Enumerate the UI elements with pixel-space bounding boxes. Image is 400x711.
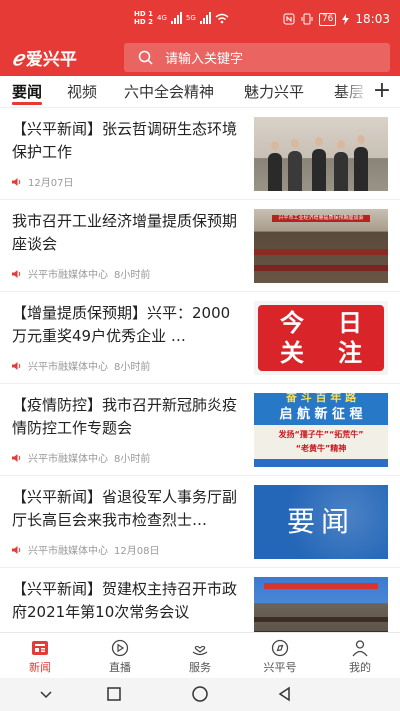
thumb-char: 今: [280, 309, 304, 337]
speaker-icon[interactable]: [12, 545, 22, 554]
clock: 18:03: [355, 12, 390, 26]
news-thumbnail[interactable]: [254, 117, 388, 191]
item-meta: 12月07日: [12, 174, 73, 189]
item-time: 12月07日: [28, 178, 74, 189]
thumb-char: 关: [280, 339, 304, 367]
hd-badge: HD 1 HD 2: [134, 10, 153, 26]
thumb-char: 日: [338, 309, 362, 337]
list-item[interactable]: 【增量提质保预期】兴平：2000万元重奖49户优秀企业 … 兴平市融媒体中心 8…: [0, 292, 400, 384]
speaker-icon[interactable]: [12, 453, 22, 462]
news-thumbnail[interactable]: 要闻: [254, 485, 388, 559]
home-icon[interactable]: [191, 686, 209, 704]
category-tabs: 要闻 视频 六中全会精神 魅力兴平 基层 +: [0, 76, 400, 108]
news-thumbnail[interactable]: 兴平市工业经济增量提质保预期座谈会: [254, 209, 388, 283]
nav-label: 我的: [349, 661, 371, 674]
active-tab-indicator: [12, 102, 42, 105]
tab-charm-xingping[interactable]: 魅力兴平: [244, 81, 304, 102]
nav-label: 服务: [189, 661, 211, 674]
nav-label: 直播: [109, 661, 131, 674]
wifi-icon: [215, 13, 229, 23]
network-type-1: 4G: [156, 14, 167, 22]
item-time: 8小时前: [114, 270, 151, 281]
app-logo[interactable]: ℯ 爱兴平: [12, 45, 77, 71]
add-channel-icon[interactable]: +: [370, 80, 394, 102]
user-icon: [352, 640, 368, 657]
list-item[interactable]: 【疫情防控】我市召开新冠肺炎疫情防控工作专题会 兴平市融媒体中心 8小时前 奋 …: [0, 384, 400, 476]
nfc-icon: [283, 13, 295, 25]
search-bar[interactable]: 请输入关键字: [124, 43, 390, 72]
item-title: 【增量提质保预期】兴平：2000万元重奖49户优秀企业 …: [12, 304, 231, 345]
nav-label: 兴平号: [263, 661, 297, 674]
back-icon[interactable]: [277, 686, 293, 702]
system-navigation-bar: [0, 678, 400, 711]
item-title: 【兴平新闻】贺建权主持召开市政府2021年第10次常务会议: [12, 580, 238, 621]
tab-plenary-spirit[interactable]: 六中全会精神: [124, 81, 214, 102]
tab-fade: [340, 76, 370, 107]
signal-icon-2: [199, 12, 211, 24]
thumb-char: 注: [338, 339, 362, 367]
news-icon: [32, 641, 48, 655]
item-title: 【兴平新闻】张云哲调研生态环境保护工作: [12, 120, 238, 161]
nav-news[interactable]: 新闻: [10, 639, 70, 675]
list-item[interactable]: 【兴平新闻】省退役军人事务厅副厅长高巨会来我市检查烈士… 兴平市融媒体中心 12…: [0, 476, 400, 568]
status-bar: HD 1 HD 2 4G 5G 76 18:03: [0, 0, 400, 40]
thumb-label: 要闻: [286, 505, 355, 538]
speaker-icon[interactable]: [12, 177, 22, 186]
search-icon: [138, 50, 153, 65]
item-meta: 兴平市融媒体中心 8小时前: [12, 358, 150, 373]
logo-mark-icon: ℯ: [12, 45, 24, 70]
charging-icon: [342, 13, 350, 25]
recent-apps-icon[interactable]: [106, 686, 122, 702]
news-thumbnail[interactable]: 今 日 关 注: [254, 301, 388, 375]
network-type-2: 5G: [185, 14, 196, 22]
item-title: 【疫情防控】我市召开新冠肺炎疫情防控工作专题会: [12, 396, 238, 437]
search-placeholder: 请输入关键字: [165, 52, 244, 67]
play-icon: [111, 639, 129, 657]
list-item[interactable]: 我市召开工业经济增量提质保预期座谈会 兴平市融媒体中心 8小时前 兴平市工业经济…: [0, 200, 400, 292]
thumbnail-banner: 兴平市工业经济增量提质保预期座谈会: [272, 215, 370, 222]
item-source: 兴平市融媒体中心: [28, 362, 108, 373]
compass-icon: [271, 639, 289, 657]
speaker-icon[interactable]: [12, 269, 22, 278]
list-item[interactable]: 【兴平新闻】贺建权主持召开市政府2021年第10次常务会议: [0, 568, 400, 632]
nav-label: 新闻: [29, 661, 51, 674]
item-time: 12月08日: [114, 546, 160, 557]
signal-icon: [170, 12, 182, 24]
news-feed[interactable]: 【兴平新闻】张云哲调研生态环境保护工作 12月07日 我市召开工业经济增量提质保…: [0, 108, 400, 632]
item-source: 兴平市融媒体中心: [28, 454, 108, 465]
vibrate-icon: [301, 13, 313, 25]
item-time: 8小时前: [114, 362, 151, 373]
status-right: 76 18:03: [283, 12, 390, 26]
heart-hand-icon: [192, 645, 208, 656]
item-meta: 兴平市融媒体中心 8小时前: [12, 266, 150, 281]
item-time: 8小时前: [114, 454, 151, 465]
item-source: 兴平市融媒体中心: [28, 546, 108, 557]
chevron-down-icon[interactable]: [38, 686, 54, 702]
speaker-icon[interactable]: [12, 361, 22, 370]
app-header: ℯ 爱兴平 请输入关键字: [0, 40, 400, 76]
logo-text: 爱兴平: [25, 50, 77, 70]
nav-xingping-hao[interactable]: 兴平号: [250, 639, 310, 675]
item-title: 【兴平新闻】省退役军人事务厅副厅长高巨会来我市检查烈士…: [12, 488, 238, 529]
thumb-slogan-2: “老黄牛”精神: [295, 444, 347, 453]
news-thumbnail[interactable]: [254, 577, 388, 632]
battery-icon: 76: [318, 12, 337, 26]
nav-live[interactable]: 直播: [90, 639, 150, 675]
tab-yaowen[interactable]: 要闻: [12, 81, 42, 102]
bottom-navigation: 新闻 直播 服务 兴平号 我的: [0, 632, 400, 678]
item-meta: 兴平市融媒体中心 12月08日: [12, 542, 159, 557]
thumb-slogan-1: 发扬“孺子牛”“拓荒牛”: [278, 430, 364, 439]
network-indicators: HD 1 HD 2 4G 5G: [134, 10, 229, 26]
list-item[interactable]: 【兴平新闻】张云哲调研生态环境保护工作 12月07日: [0, 108, 400, 200]
nav-mine[interactable]: 我的: [330, 639, 390, 675]
item-title: 我市召开工业经济增量提质保预期座谈会: [12, 212, 238, 253]
thumb-headline: 启 航 新 征 程: [279, 407, 363, 422]
item-meta: 兴平市融媒体中心 8小时前: [12, 450, 150, 465]
item-source: 兴平市融媒体中心: [28, 270, 108, 281]
tab-video[interactable]: 视频: [67, 81, 97, 102]
news-thumbnail[interactable]: 奋 斗 百 年 路 启 航 新 征 程 发扬“孺子牛”“拓荒牛” “老黄牛”精神: [254, 393, 388, 467]
nav-service[interactable]: 服务: [170, 639, 230, 675]
